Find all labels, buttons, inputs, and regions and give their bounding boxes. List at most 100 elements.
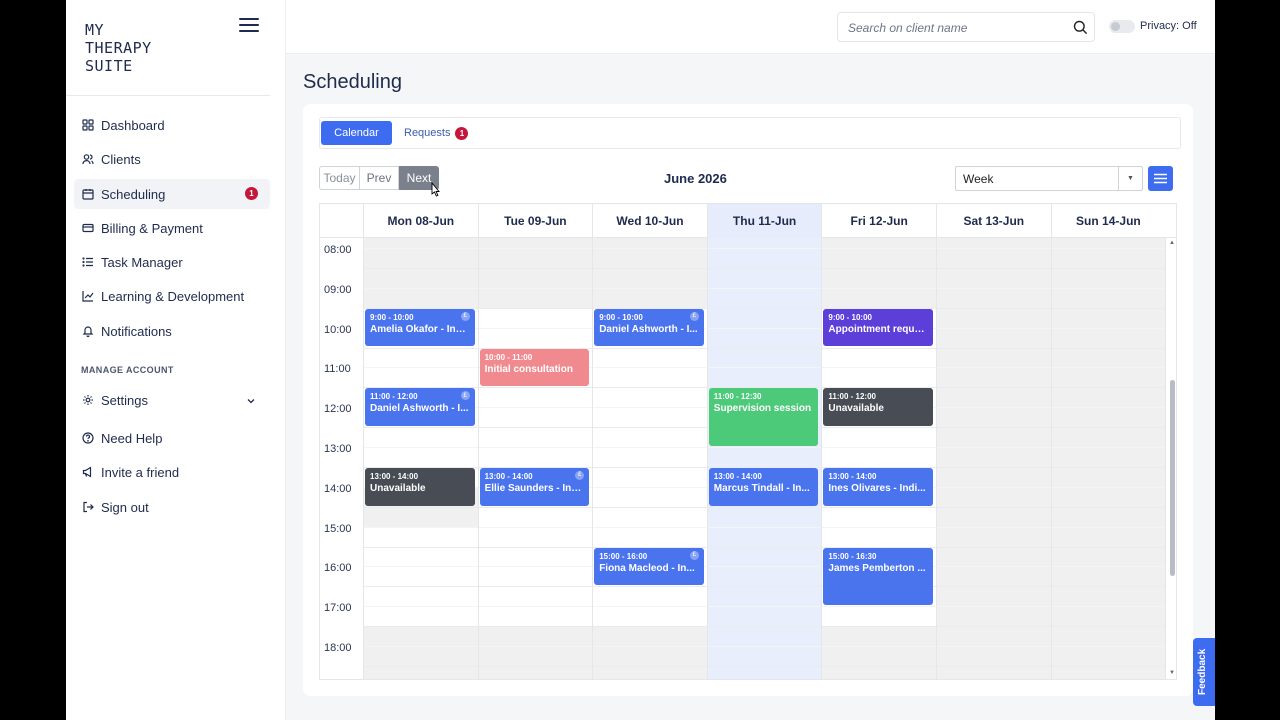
event-title: Ines Olivares - Indi... — [828, 482, 926, 494]
sidebar-item-label: Billing & Payment — [101, 220, 203, 236]
event-time: 13:00 - 14:00 — [370, 471, 419, 481]
sidebar-item-label: Settings — [101, 392, 148, 408]
sidebar-item-dashboard[interactable]: Dashboard — [74, 110, 270, 140]
calendar-event[interactable]: 13:00 - 14:00 Unavailable — [365, 467, 475, 506]
gear-icon — [82, 394, 94, 406]
grid-line — [363, 447, 1165, 448]
calendar-event[interactable]: 9:00 - 10:00 Appointment request — [823, 308, 933, 347]
day-header[interactable]: Sat 13-Jun — [936, 204, 1051, 238]
sidebar-item-notifications[interactable]: Notifications — [74, 316, 270, 346]
app-logo[interactable]: MY THERAPY SUITE — [85, 21, 152, 75]
privacy-toggle[interactable] — [1109, 20, 1135, 33]
event-title: Unavailable — [828, 403, 884, 415]
sidebar-item-label: Learning & Development — [101, 288, 245, 304]
requests-badge: 1 — [455, 126, 469, 140]
today-button[interactable]: Today — [319, 166, 360, 190]
view-select[interactable]: Week ▼ — [955, 166, 1143, 191]
time-label: 12:00 — [324, 403, 352, 416]
calendar-event[interactable]: 11:00 - 12:30 Supervision session — [708, 388, 819, 446]
top-bar: Privacy: Off — [286, 0, 1215, 54]
calendar-header: Mon 08-Jun Tue 09-Jun Wed 10-Jun Thu 11-Jun… — [320, 204, 1176, 238]
bell-icon — [82, 325, 94, 337]
tab-requests-label: Requests — [404, 127, 451, 139]
week-calendar: Mon 08-Jun Tue 09-Jun Wed 10-Jun Thu 11-Jun… — [319, 203, 1177, 680]
sign-out-icon — [82, 501, 94, 513]
event-title: Unavailable — [370, 482, 426, 494]
menu-icon[interactable] — [239, 18, 259, 34]
day-header[interactable]: Fri 12-Jun — [821, 204, 936, 238]
calendar-event[interactable]: 9:00 - 10:00 Amelia Okafor - Ind... £ — [365, 308, 475, 347]
day-header[interactable]: Sun 14-Jun — [1050, 204, 1166, 238]
sidebar: MY THERAPY SUITE Dashboard Clients Sched… — [66, 0, 286, 720]
chart-icon — [82, 290, 94, 302]
event-title: Initial consultation — [484, 363, 573, 375]
search-box[interactable] — [837, 12, 1095, 42]
sidebar-item-need-help[interactable]: Need Help — [74, 423, 270, 453]
calendar-event[interactable]: 15:00 - 16:00 Fiona Macleod - In... £ — [594, 547, 704, 586]
sidebar-item-invite[interactable]: Invite a friend — [74, 457, 270, 487]
day-header[interactable]: Thu 11-Jun — [706, 204, 822, 238]
time-label: 09:00 — [324, 283, 352, 296]
list-view-button[interactable] — [1148, 166, 1173, 191]
event-time: 15:00 - 16:00 — [599, 551, 648, 561]
event-title: Amelia Okafor - Ind... — [370, 323, 470, 335]
calendar-event[interactable]: 13:00 - 14:00 Ines Olivares - Indi... — [823, 467, 933, 506]
sidebar-item-label: Invite a friend — [101, 464, 180, 480]
calendar-event[interactable]: 11:00 - 12:00 Unavailable — [823, 388, 933, 427]
sidebar-item-task-manager[interactable]: Task Manager — [74, 247, 270, 277]
event-time: 11:00 - 12:30 — [713, 392, 762, 402]
sidebar-item-billing[interactable]: Billing & Payment — [74, 213, 270, 243]
scheduling-card: Calendar Requests 1 Today Prev Next June… — [303, 104, 1193, 696]
sidebar-item-sign-out[interactable]: Sign out — [74, 492, 270, 522]
chevron-down-icon[interactable] — [246, 394, 256, 404]
sidebar-item-label: Need Help — [101, 430, 163, 446]
view-select-value: Week — [963, 172, 994, 186]
sidebar-item-settings[interactable]: Settings — [74, 385, 270, 415]
grid-line — [363, 287, 1165, 289]
time-label: 17:00 — [324, 602, 352, 615]
scrollbar-thumb[interactable] — [1170, 380, 1175, 576]
page-title: Scheduling — [303, 71, 402, 93]
sidebar-item-scheduling[interactable]: Scheduling 1 — [74, 179, 270, 209]
scroll-down-icon[interactable]: ▼ — [1169, 670, 1175, 676]
calendar-event[interactable]: 13:00 - 14:00 Ellie Saunders - Ind... £ — [479, 467, 590, 506]
sidebar-item-clients[interactable]: Clients — [74, 144, 270, 174]
calendar-event[interactable]: 15:00 - 16:30 James Pemberton ... — [823, 547, 933, 606]
sidebar-item-learning[interactable]: Learning & Development — [74, 281, 270, 311]
event-time: 9:00 - 10:00 — [828, 312, 872, 322]
grid-line — [363, 267, 1165, 269]
manage-account-label: MANAGE ACCOUNT — [81, 365, 174, 375]
grid-line — [363, 307, 1165, 309]
sidebar-item-label: Task Manager — [101, 254, 183, 270]
event-time: 15:00 - 16:30 — [828, 551, 877, 561]
event-time: 13:00 - 14:00 — [484, 471, 533, 481]
tab-calendar[interactable]: Calendar — [321, 121, 392, 145]
list-icon — [82, 256, 94, 268]
search-icon[interactable] — [1073, 20, 1088, 35]
prev-button[interactable]: Prev — [360, 166, 399, 190]
calendar-event[interactable]: 10:00 - 11:00 Initial consultation — [479, 348, 590, 387]
search-input[interactable] — [848, 19, 1068, 37]
sidebar-item-label: Sign out — [101, 499, 149, 515]
card-icon — [82, 222, 94, 234]
calendar-body[interactable]: 08:00 09:00 10:00 11:00 12:00 13:00 14:00 15:00… — [320, 238, 1167, 679]
tab-requests[interactable]: Requests 1 — [404, 121, 469, 145]
day-header[interactable]: Mon 08-Jun — [363, 204, 478, 238]
day-header[interactable]: Wed 10-Jun — [592, 204, 707, 238]
grid-line — [363, 506, 1165, 508]
calendar-event[interactable]: 13:00 - 14:00 Marcus Tindall - In... — [708, 467, 819, 506]
day-header[interactable]: Tue 09-Jun — [477, 204, 593, 238]
calendar-scrollbar[interactable]: ▲ ▼ — [1166, 238, 1176, 679]
column-divider — [592, 238, 594, 679]
column-divider — [936, 238, 937, 679]
column-divider — [821, 238, 823, 679]
event-time: 13:00 - 14:00 — [828, 471, 877, 481]
calendar-event[interactable]: 9:00 - 10:00 Daniel Ashworth - I... £ — [594, 308, 704, 347]
feedback-tab[interactable]: Feedback — [1193, 638, 1215, 706]
grid-line — [363, 546, 1165, 548]
help-icon — [82, 432, 94, 444]
calendar-event[interactable]: 11:00 - 12:00 Daniel Ashworth - I... £ — [365, 388, 475, 427]
dropdown-arrow-icon[interactable]: ▼ — [1118, 167, 1142, 190]
column-divider — [477, 238, 479, 679]
scroll-up-icon[interactable]: ▲ — [1169, 240, 1175, 246]
